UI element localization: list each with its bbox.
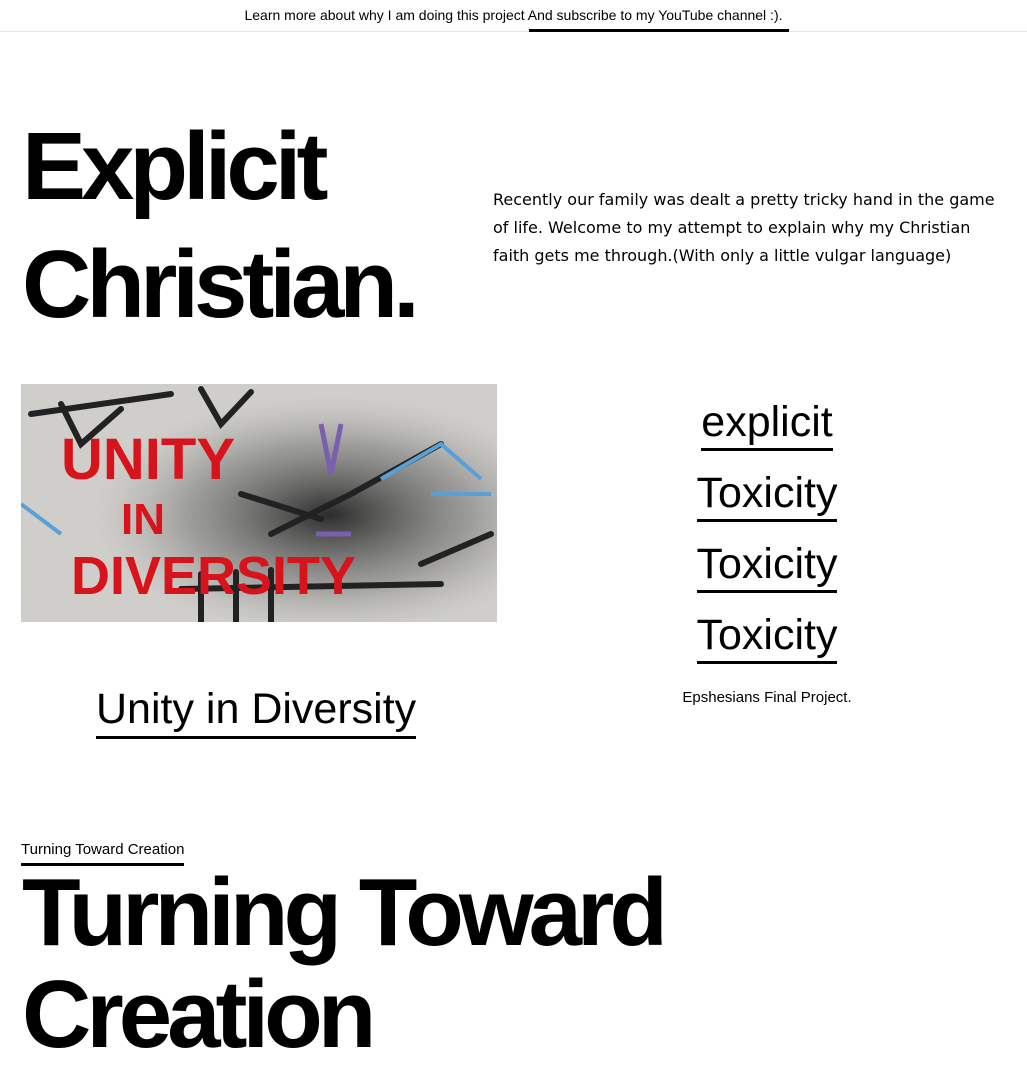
tag-link-toxicity[interactable]: Toxicity	[696, 538, 838, 593]
section-title-line-2: Creation	[22, 961, 376, 1068]
tag-list: explicit Toxicity Toxicity Toxicity	[560, 396, 974, 680]
graffiti-word-in: IN	[121, 495, 165, 544]
announcement-bar: Learn more about why I am doing this pro…	[0, 0, 1027, 32]
section-title[interactable]: Turning Toward Creation	[22, 859, 668, 1068]
post-title-link[interactable]: Unity in Diversity	[96, 683, 417, 739]
intro-paragraph: Recently our family was dealt a pretty t…	[493, 190, 995, 265]
featured-post-image[interactable]: UNITY IN DIVERSITY	[21, 384, 497, 622]
site-title: Explicit Christian.	[22, 108, 420, 344]
graffiti-word-diversity: DIVERSITY	[71, 546, 356, 606]
tag-caption: Epshesians Final Project.	[682, 689, 852, 706]
graffiti-word-unity: UNITY	[61, 427, 235, 492]
section-title-line-1: Turning Toward	[22, 859, 668, 966]
site-title-line-2: Christian.	[22, 231, 420, 338]
tag-link-toxicity[interactable]: Toxicity	[696, 467, 838, 522]
announcement-link-underline	[529, 29, 789, 32]
graffiti-wall-illustration: UNITY IN DIVERSITY	[21, 384, 497, 622]
tag-link-explicit[interactable]: explicit	[701, 396, 833, 451]
tag-link-toxicity[interactable]: Toxicity	[696, 609, 838, 664]
site-title-line-1: Explicit	[22, 113, 328, 220]
announcement-link[interactable]: Learn more about why I am doing this pro…	[0, 6, 1027, 24]
